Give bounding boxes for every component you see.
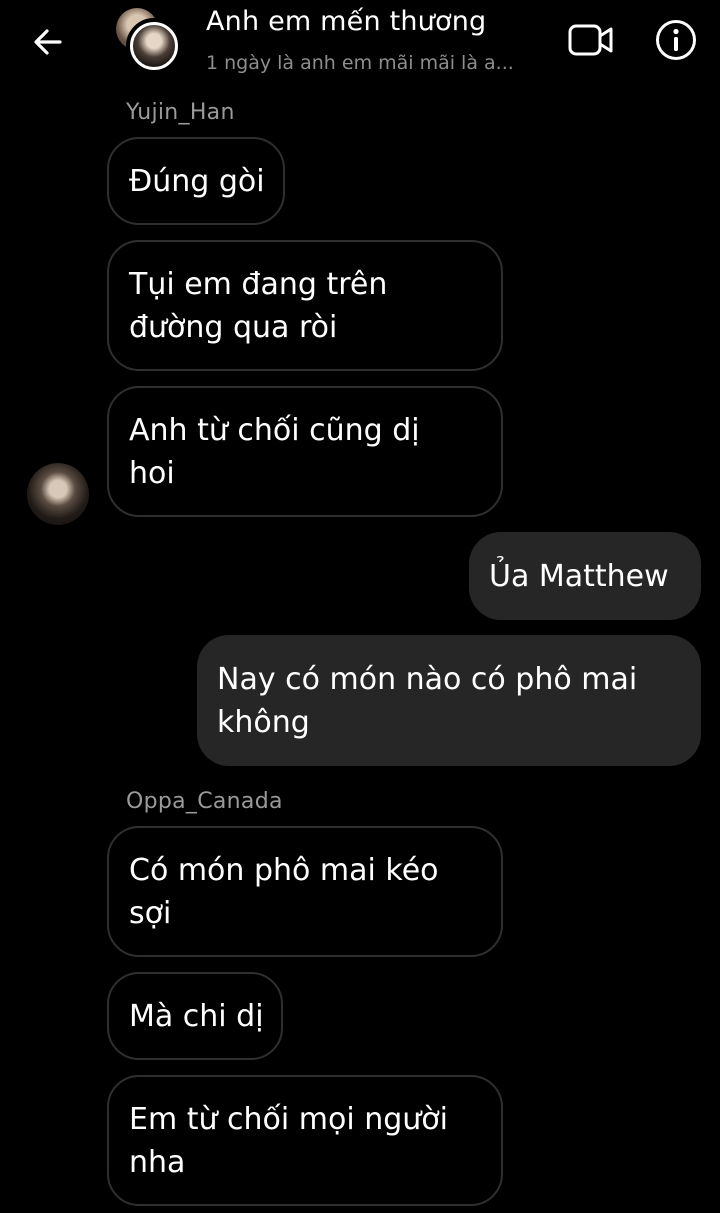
conversation-title[interactable]: Anh em mến thương: [206, 6, 486, 37]
message-text: Mà chi dị: [129, 998, 264, 1034]
info-circle-icon: [656, 20, 696, 60]
video-call-button[interactable]: [566, 18, 616, 62]
outgoing-message[interactable]: Ủa Matthew: [469, 532, 701, 620]
message-text: Có món phô mai kéo: [129, 852, 439, 888]
info-button[interactable]: [652, 16, 700, 64]
group-avatar[interactable]: [116, 8, 184, 74]
member-avatar-front: [126, 18, 182, 74]
video-camera-icon: [568, 24, 613, 56]
incoming-message[interactable]: Tụi em đang trên đường qua ròi: [107, 240, 503, 371]
message-text: Anh từ chối cũng dị: [129, 412, 420, 448]
message-text: không: [217, 704, 310, 740]
back-button[interactable]: [26, 20, 70, 64]
incoming-message[interactable]: Anh từ chối cũng dị hoi: [107, 386, 503, 517]
message-text: đường qua ròi: [129, 309, 338, 345]
outgoing-message[interactable]: Nay có món nào có phô mai không: [197, 635, 701, 766]
message-text: sợi: [129, 895, 172, 931]
message-text: Đúng gòi: [129, 163, 265, 199]
message-text: Em từ chối mọi người: [129, 1101, 448, 1137]
message-text: Tụi em đang trên: [129, 266, 388, 302]
message-text: nha: [129, 1144, 186, 1180]
chat-header: Anh em mến thương 1 ngày là anh em mãi m…: [0, 0, 720, 90]
arrow-left-icon: [34, 29, 62, 55]
incoming-message[interactable]: Đúng gòi: [107, 137, 285, 225]
sender-name: Yujin_Han: [126, 100, 235, 125]
sender-name: Oppa_Canada: [126, 789, 283, 814]
contact-avatar[interactable]: [27, 463, 89, 525]
incoming-message[interactable]: Mà chi dị: [107, 972, 283, 1060]
incoming-message[interactable]: Em từ chối mọi người nha: [107, 1075, 503, 1206]
incoming-message[interactable]: Có món phô mai kéo sợi: [107, 826, 503, 957]
conversation-subtitle: 1 ngày là anh em mãi mãi là a...: [206, 52, 514, 74]
message-text: hoi: [129, 455, 175, 491]
message-text: Nay có món nào có phô mai: [217, 661, 638, 697]
message-text: Ủa Matthew: [489, 558, 669, 594]
